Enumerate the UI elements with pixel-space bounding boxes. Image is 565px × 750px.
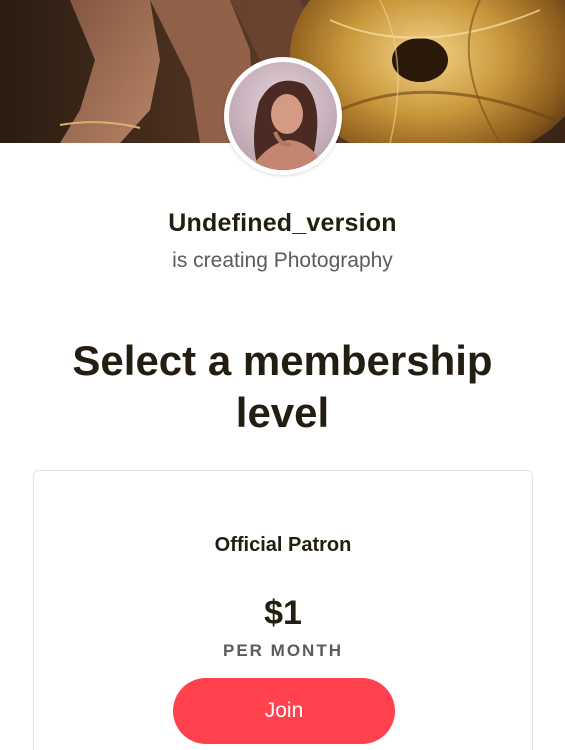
creator-name[interactable]: Undefined_version <box>0 209 565 238</box>
tier-name: Official Patron <box>214 534 352 556</box>
creator-subtitle: is creating Photography <box>172 249 393 272</box>
creator-avatar[interactable] <box>224 57 342 175</box>
page-title: Select a membership level <box>72 337 493 436</box>
join-button[interactable]: Join <box>173 678 395 744</box>
tier-card: Official Patron $1 PER MONTH Join <box>33 470 533 750</box>
membership-page: Undefined_version is creating Photograph… <box>0 0 565 750</box>
tier-price: $1 <box>264 594 302 632</box>
avatar-photo <box>229 62 337 170</box>
tier-period: PER MONTH <box>223 641 343 660</box>
